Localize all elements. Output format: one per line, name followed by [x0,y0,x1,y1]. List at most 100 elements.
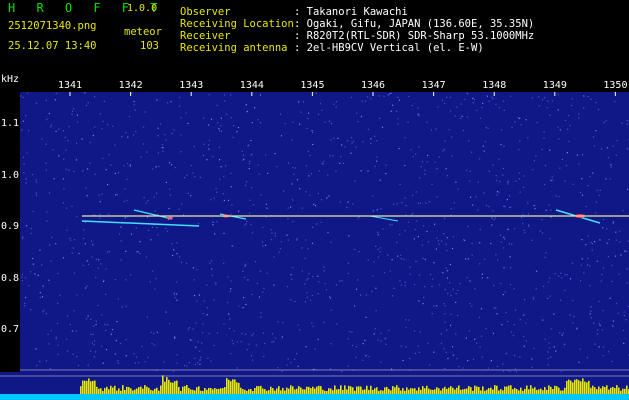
noise-speckle [378,117,381,119]
signal-bar [364,389,366,394]
noise-speckle [568,114,570,117]
noise-speckle [211,274,213,276]
noise-speckle [220,117,222,119]
noise-speckle [541,232,544,234]
signal-bar [430,389,432,394]
noise-speckle [174,336,176,338]
noise-speckle [375,245,377,247]
noise-speckle [525,340,527,342]
noise-speckle [320,221,322,223]
noise-speckle [242,154,244,156]
noise-speckle [199,176,202,178]
noise-speckle [59,294,61,296]
noise-speckle [134,362,136,364]
noise-speckle [566,274,568,276]
noise-speckle [367,170,369,172]
noise-speckle [107,184,109,186]
noise-speckle [340,156,342,158]
signal-bar [286,387,288,394]
noise-speckle [442,150,444,152]
noise-speckle [581,178,583,180]
noise-speckle [404,230,406,232]
noise-speckle [450,208,452,210]
noise-speckle [333,137,335,139]
noise-speckle [186,174,188,176]
noise-speckle [99,201,101,203]
noise-speckle [605,178,607,180]
signal-bar [264,389,266,394]
noise-speckle [478,316,481,318]
signal-bar [432,389,434,394]
noise-speckle [598,194,600,196]
noise-speckle [215,188,217,190]
noise-speckle [227,199,230,201]
noise-speckle [569,314,571,316]
signal-bar [512,389,514,394]
noise-speckle [585,244,587,246]
signal-bar [92,380,94,394]
noise-speckle [447,292,449,295]
signal-bar [354,390,356,394]
noise-speckle [165,227,167,229]
signal-bar [240,387,242,394]
noise-speckle [523,345,525,347]
noise-speckle [194,176,196,178]
signal-bar [560,390,562,394]
noise-speckle [531,358,533,360]
signal-bar [110,385,112,394]
noise-speckle [203,143,205,145]
noise-speckle [125,355,127,357]
noise-speckle [171,132,173,135]
noise-speckle [317,275,319,277]
noise-speckle [602,218,605,221]
noise-speckle [561,277,563,279]
noise-speckle [553,346,555,348]
noise-speckle [208,333,210,335]
signal-bar [266,390,268,394]
noise-speckle [572,322,574,324]
noise-speckle [111,329,114,331]
noise-speckle [546,107,548,109]
noise-speckle [155,278,157,280]
noise-speckle [342,162,345,164]
noise-speckle [270,238,272,241]
noise-speckle [178,256,181,258]
noise-speckle [308,175,310,177]
noise-speckle [318,170,320,172]
noise-speckle [493,284,495,287]
noise-speckle [84,221,86,223]
noise-speckle [323,321,325,323]
noise-speckle [391,259,393,261]
signal-bar [564,387,566,394]
noise-speckle [65,149,67,151]
noise-speckle [532,297,534,299]
noise-speckle [339,162,341,164]
noise-speckle [508,206,511,209]
noise-speckle [579,348,581,350]
signal-bar [374,388,376,394]
noise-speckle [626,123,628,125]
signal-bar [262,388,264,394]
event-count: 103 [140,40,159,52]
noise-speckle [244,265,246,267]
noise-speckle [52,149,54,151]
signal-bar [606,385,608,394]
noise-speckle [180,117,182,119]
noise-speckle [536,122,538,124]
noise-speckle [195,346,197,348]
signal-bar [616,385,618,394]
noise-speckle [561,334,563,336]
noise-speckle [76,294,78,296]
noise-speckle [69,324,71,326]
noise-speckle [531,97,533,99]
signal-bar [610,387,612,394]
noise-speckle [106,324,109,326]
signal-bar [136,388,138,394]
noise-speckle [612,325,614,327]
noise-speckle [75,330,77,332]
noise-speckle [309,154,311,156]
noise-speckle [95,276,97,279]
noise-speckle [490,360,492,362]
signal-bar [326,391,328,394]
noise-speckle [256,282,258,284]
